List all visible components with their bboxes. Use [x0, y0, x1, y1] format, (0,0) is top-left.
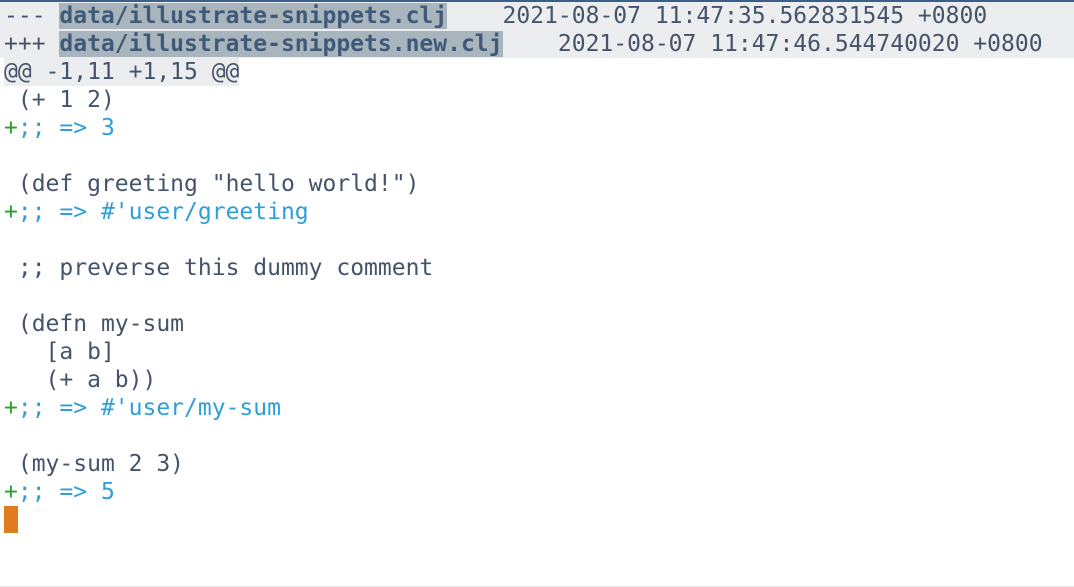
added-line: +;; => 5: [4, 478, 1074, 506]
added-line: +;; => #'user/my-sum: [4, 394, 1074, 422]
new-file-prefix: +++: [4, 31, 60, 57]
context-line: (my-sum 2 3): [4, 450, 1074, 478]
line-prefix: [4, 423, 18, 449]
line-prefix: +: [4, 395, 18, 421]
line-text: ;; => 3: [17, 115, 115, 141]
line-text: [a b]: [17, 339, 115, 365]
old-file-timestamp: 2021-08-07 11:47:35.562831545 +0800: [447, 3, 988, 29]
line-prefix: +: [4, 479, 18, 505]
context-line: [4, 422, 1074, 450]
line-prefix: +: [4, 115, 18, 141]
old-file-header: --- data/illustrate-snippets.clj 2021-08…: [0, 2, 1074, 30]
hunk-header-line: @@ -1,11 +1,15 @@: [4, 58, 1074, 86]
text-cursor: [4, 506, 18, 533]
diff-lines: --- data/illustrate-snippets.clj 2021-08…: [0, 2, 1074, 534]
context-line: [4, 142, 1074, 170]
line-text: ;; preverse this dummy comment: [17, 255, 434, 281]
diff-body: (+ 1 2) +;; => 3 (def greeting "hello wor…: [4, 86, 1074, 506]
diff-editor[interactable]: --- data/illustrate-snippets.clj 2021-08…: [0, 0, 1074, 587]
line-text: ;; => 5: [17, 479, 115, 505]
line-text: (def greeting "hello world!"): [17, 171, 420, 197]
old-file-prefix: ---: [4, 3, 60, 29]
line-text: (+ a b)): [17, 367, 157, 393]
line-text: ;; => #'user/my-sum: [17, 395, 281, 421]
added-line: +;; => #'user/greeting: [4, 198, 1074, 226]
line-prefix: [4, 227, 18, 253]
hunk-header: @@ -1,11 +1,15 @@: [4, 58, 240, 86]
line-prefix: [4, 87, 18, 113]
line-prefix: [4, 339, 18, 365]
context-line: (def greeting "hello world!"): [4, 170, 1074, 198]
line-prefix: [4, 143, 18, 169]
context-line: [4, 282, 1074, 310]
context-line: [a b]: [4, 338, 1074, 366]
line-prefix: [4, 311, 18, 337]
line-text: (defn my-sum: [17, 311, 185, 337]
line-prefix: +: [4, 199, 18, 225]
line-text: (my-sum 2 3): [17, 451, 185, 477]
new-file-header: +++ data/illustrate-snippets.new.clj 202…: [0, 30, 1074, 58]
added-line: +;; => 3: [4, 114, 1074, 142]
context-line: ;; preverse this dummy comment: [4, 254, 1074, 282]
line-prefix: [4, 255, 18, 281]
context-line: (+ a b)): [4, 366, 1074, 394]
context-line: (+ 1 2): [4, 86, 1074, 114]
line-prefix: [4, 283, 18, 309]
context-line: [4, 226, 1074, 254]
line-prefix: [4, 451, 18, 477]
line-text: (+ 1 2): [17, 87, 115, 113]
new-file-name: data/illustrate-snippets.new.clj: [59, 31, 503, 57]
old-file-name: data/illustrate-snippets.clj: [59, 3, 448, 29]
line-prefix: [4, 367, 18, 393]
line-text: ;; => #'user/greeting: [17, 199, 309, 225]
cursor-line[interactable]: [4, 506, 1074, 534]
line-prefix: [4, 171, 18, 197]
context-line: (defn my-sum: [4, 310, 1074, 338]
new-file-timestamp: 2021-08-07 11:47:46.544740020 +0800: [502, 31, 1043, 57]
